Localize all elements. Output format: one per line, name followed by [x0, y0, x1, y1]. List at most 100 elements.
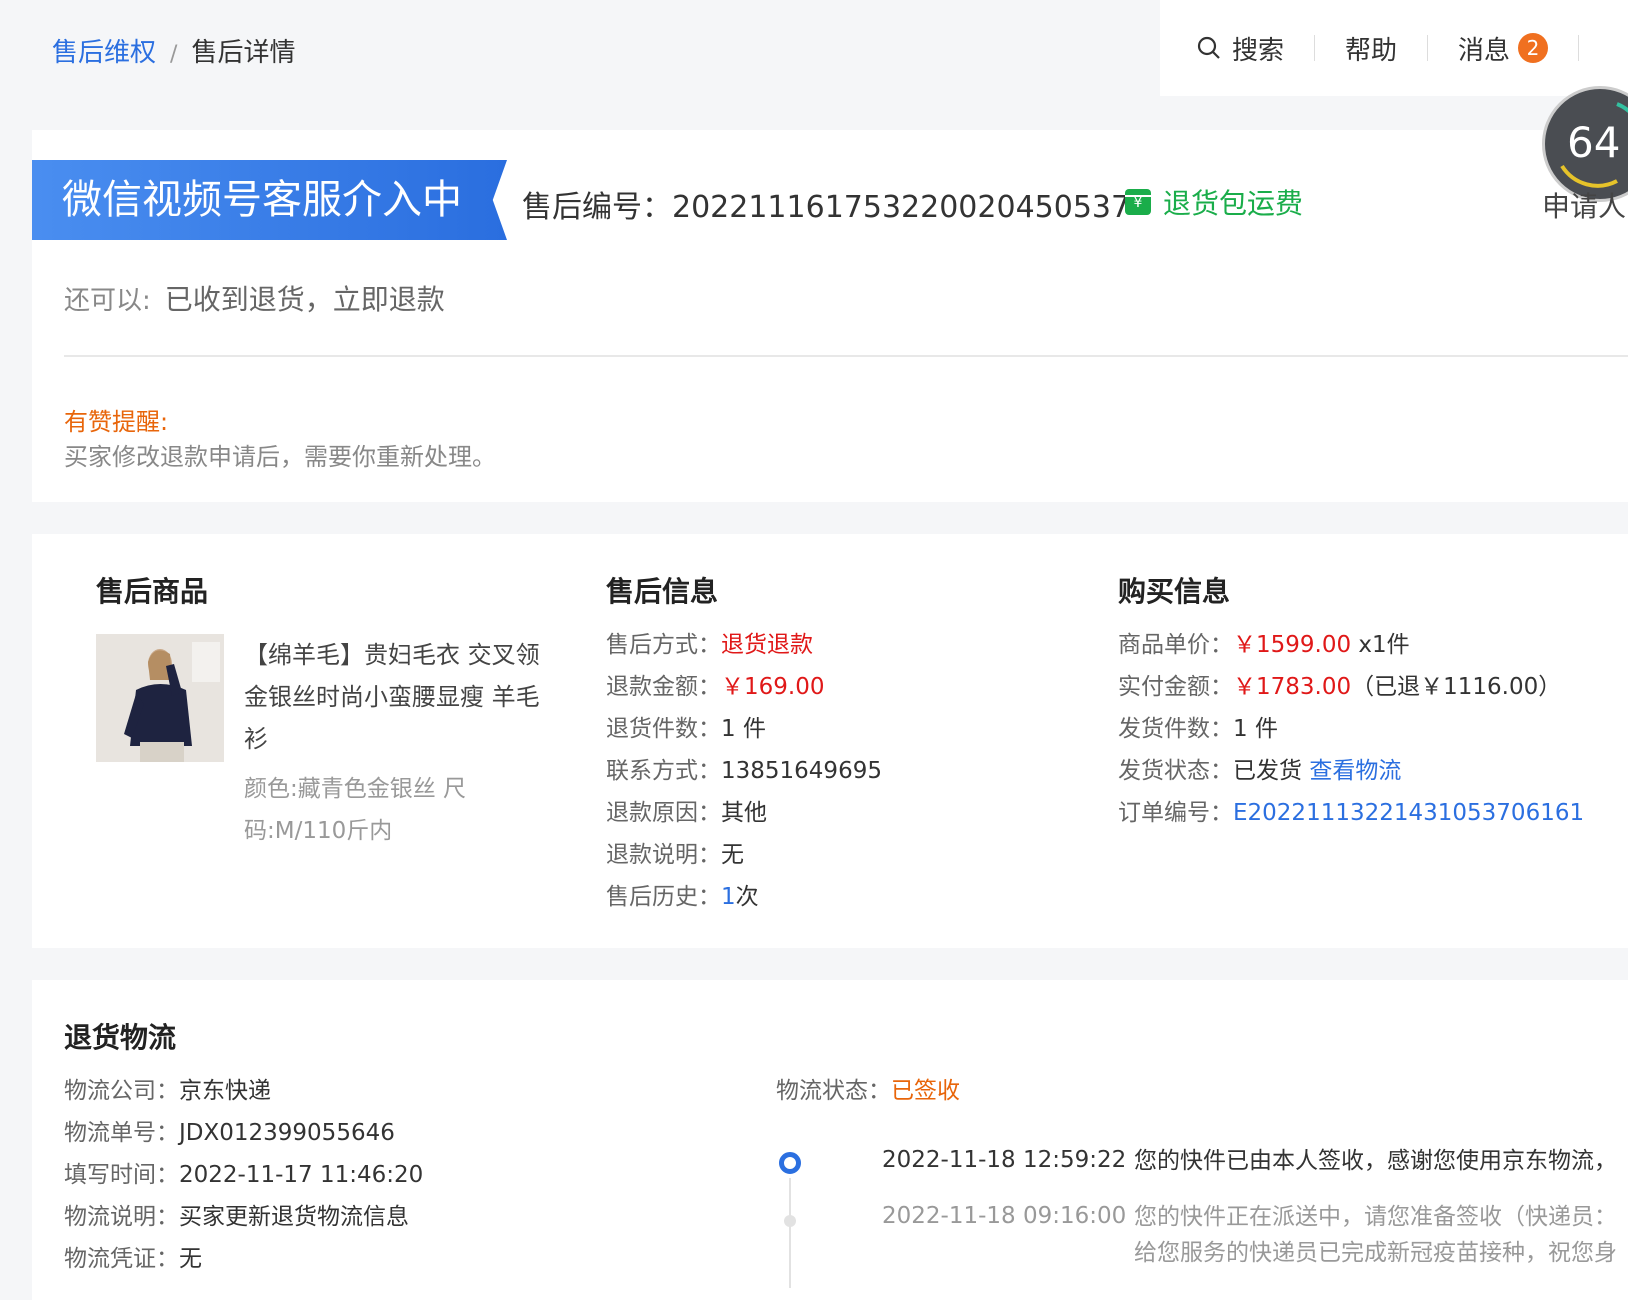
- refunded-amount: （已退￥1116.00）: [1351, 674, 1562, 700]
- search-label: 搜索: [1232, 35, 1285, 66]
- timeline-time: 2022-11-18 09:16:00: [882, 1203, 1127, 1229]
- freight-tag: ¥ 退货包运费: [1125, 182, 1303, 222]
- freight-label: 退货包运费: [1163, 187, 1304, 220]
- tracking-number-value: JDX012399055646: [179, 1120, 395, 1146]
- section-title-product: 售后商品: [96, 575, 209, 608]
- ship-status-value: 已发货: [1233, 758, 1310, 784]
- divider: [1427, 35, 1429, 61]
- timeline-desc: 您的快件已由本人签收，感谢您使用京东物流，: [1134, 1148, 1617, 1174]
- logistics-status-row: 物流状态：已签收: [776, 1070, 960, 1112]
- product-name[interactable]: 【绵羊毛】贵妇毛衣 交叉领金银丝时尚小蛮腰显瘦 羊毛衫: [244, 634, 544, 760]
- logistics-info-list: 物流公司：京东快递 物流单号：JDX012399055646 填写时间：2022…: [64, 1070, 423, 1280]
- breadcrumb-current: 售后详情: [191, 38, 296, 68]
- aftersale-method-row: 售后方式：退货退款: [606, 624, 882, 666]
- timeline-desc: 您的快件正在派送中，请您准备签收（快递员：: [1134, 1204, 1617, 1230]
- row-key: 发货件数：: [1118, 716, 1233, 742]
- aftersale-number-label: 售后编号：: [522, 190, 672, 225]
- confirm-refund-action[interactable]: 已收到退货，立即退款: [165, 283, 445, 316]
- top-toolbar: 搜索 帮助 消息 2: [1160, 0, 1628, 96]
- paid-amount-row: 实付金额：￥1783.00（已退￥1116.00）: [1118, 666, 1584, 708]
- refund-note-row: 退款说明：无: [606, 834, 882, 876]
- ship-qty-value: 1 件: [1233, 716, 1278, 742]
- tip-title: 有赞提醒:: [64, 408, 169, 436]
- help-button[interactable]: 帮助: [1345, 30, 1397, 67]
- product-image[interactable]: [96, 634, 224, 762]
- return-qty-row: 退货件数：1 件: [606, 708, 882, 750]
- status-banner: 微信视频号客服介入中: [32, 160, 507, 240]
- section-title-purchase: 购买信息: [1118, 575, 1231, 608]
- row-key: 填写时间：: [64, 1162, 179, 1188]
- row-key: 物流公司：: [64, 1078, 179, 1104]
- row-key: 物流说明：: [64, 1204, 179, 1230]
- message-count-badge: 2: [1518, 33, 1549, 63]
- refund-amount-value: ￥169.00: [721, 674, 825, 700]
- timeline-desc: 给您服务的快递员已完成新冠疫苗接种，祝您身: [1134, 1240, 1617, 1266]
- refund-note-value: 无: [721, 842, 744, 868]
- timeline-time: 2022-11-18 12:59:22: [882, 1147, 1127, 1173]
- product-photo-icon: [96, 634, 224, 762]
- timeline-line: [789, 1178, 791, 1288]
- row-key: 退款原因：: [606, 800, 721, 826]
- tip-text: 买家修改退款申请后，需要你重新处理。: [64, 443, 496, 471]
- row-key: 售后历史：: [606, 884, 721, 910]
- messages-button[interactable]: 消息 2: [1458, 30, 1549, 67]
- logistics-note-row: 物流说明：买家更新退货物流信息: [64, 1196, 423, 1238]
- divider: [1314, 35, 1316, 61]
- row-key: 商品单价：: [1118, 632, 1233, 658]
- unit-qty: x1件: [1351, 632, 1410, 658]
- view-logistics-link[interactable]: 查看物流: [1309, 758, 1401, 784]
- refund-reason-row: 退款原因：其他: [606, 792, 882, 834]
- row-key: 物流凭证：: [64, 1246, 179, 1272]
- aftersale-history-link[interactable]: 1: [721, 884, 736, 910]
- contact-row: 联系方式：13851649695: [606, 750, 882, 792]
- refund-amount-row: 退款金额：￥169.00: [606, 666, 882, 708]
- aftersale-method-value: 退货退款: [721, 632, 813, 658]
- row-key: 物流单号：: [64, 1120, 179, 1146]
- order-number-row: 订单编号：E20221113221431053706161: [1118, 792, 1584, 834]
- contact-value: 13851649695: [721, 758, 882, 784]
- unit-price-value: ￥1599.00: [1233, 632, 1352, 658]
- section-title-logistics: 退货物流: [64, 1021, 177, 1054]
- dial-label: 申请人: [1542, 190, 1627, 223]
- available-actions-label: 还可以:: [64, 286, 151, 316]
- section-title-aftersale: 售后信息: [606, 575, 719, 608]
- logistics-company-row: 物流公司：京东快递: [64, 1070, 423, 1112]
- refund-reason-value: 其他: [721, 800, 767, 826]
- search-icon: [1197, 36, 1220, 59]
- messages-label: 消息: [1458, 35, 1511, 66]
- aftersale-info-list: 售后方式：退货退款 退款金额：￥169.00 退货件数：1 件 联系方式：138…: [606, 624, 882, 918]
- timeline-current-dot-icon: [779, 1152, 801, 1174]
- return-qty-value: 1 件: [721, 716, 766, 742]
- row-key: 物流状态：: [776, 1078, 891, 1104]
- unit-price-row: 商品单价：￥1599.00 x1件: [1118, 624, 1584, 666]
- row-key: 实付金额：: [1118, 674, 1233, 700]
- logistics-note-value: 买家更新退货物流信息: [179, 1204, 409, 1230]
- divider: [1578, 35, 1580, 61]
- logistics-proof-value: 无: [179, 1246, 202, 1272]
- ship-qty-row: 发货件数：1 件: [1118, 708, 1584, 750]
- dial-arc-icon: [1560, 102, 1628, 188]
- search-button[interactable]: 搜索: [1196, 30, 1284, 67]
- row-key: 退款金额：: [606, 674, 721, 700]
- breadcrumb-separator: /: [170, 42, 178, 67]
- row-key: 退款说明：: [606, 842, 721, 868]
- order-number-link[interactable]: E20221113221431053706161: [1233, 800, 1584, 826]
- logistics-status-value: 已签收: [891, 1078, 960, 1104]
- row-key: 联系方式：: [606, 758, 721, 784]
- logistics-company-value: 京东快递: [179, 1078, 271, 1104]
- breadcrumb-parent-link[interactable]: 售后维权: [52, 38, 156, 68]
- aftersale-number: 售后编号：20221116175322002045​0537: [522, 182, 1130, 226]
- row-key: 订单编号：: [1118, 800, 1233, 826]
- available-actions: 还可以: 已收到退货，立即退款: [64, 278, 445, 318]
- history-unit: 次: [735, 884, 759, 910]
- timeline-dot-icon: [784, 1215, 796, 1227]
- aftersale-history-row: 售后历史：1次: [606, 876, 882, 918]
- divider: [64, 355, 1628, 357]
- gift-icon: ¥: [1125, 189, 1151, 215]
- purchase-info-list: 商品单价：￥1599.00 x1件 实付金额：￥1783.00（已退￥1116.…: [1118, 624, 1584, 834]
- help-label: 帮助: [1345, 35, 1398, 66]
- paid-amount-value: ￥1783.00: [1233, 674, 1352, 700]
- row-key: 退货件数：: [606, 716, 721, 742]
- breadcrumb: 售后维权 / 售后详情: [52, 32, 295, 69]
- filled-time-row: 填写时间：2022-11-17 11:46:20: [64, 1154, 423, 1196]
